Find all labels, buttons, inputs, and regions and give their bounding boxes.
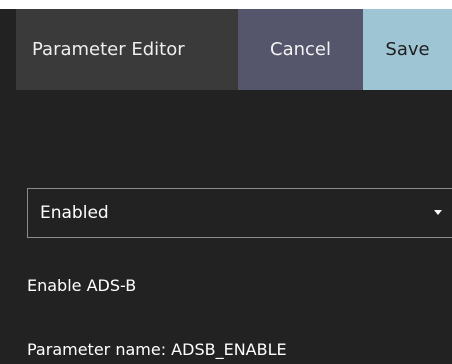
value-select[interactable]: Enabled <box>27 188 452 238</box>
save-button[interactable]: Save <box>363 9 452 90</box>
chevron-down-icon <box>434 210 442 215</box>
page-title: Parameter Editor <box>32 39 185 60</box>
parameter-name: Parameter name: ADSB_ENABLE <box>27 340 287 359</box>
cancel-button[interactable]: Cancel <box>238 9 363 90</box>
selected-value: Enabled <box>40 203 109 223</box>
top-edge <box>0 0 452 9</box>
parameter-description: Enable ADS-B <box>27 276 137 295</box>
editor-header: Parameter Editor Cancel Save <box>16 9 452 90</box>
